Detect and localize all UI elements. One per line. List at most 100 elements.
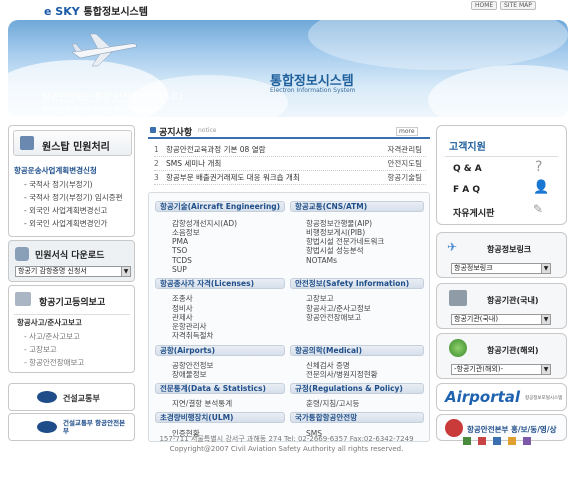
domestic-agency-select[interactable]: 항공기관(국내) ▼ — [451, 314, 551, 325]
menu-item[interactable]: 감항성개선지시(AD) — [172, 219, 237, 228]
report-item[interactable]: - 사고/준사고보고 — [24, 330, 80, 343]
ministry-link-label: 건설교통부 항공안전본부 — [63, 419, 126, 435]
menu-item[interactable]: 정비사 — [172, 304, 193, 313]
question-icon: ? — [535, 159, 543, 175]
info-link-select[interactable]: 항공정보링크 ▼ — [451, 263, 551, 274]
menu-item[interactable]: 항공정보간행물(AIP) — [306, 219, 372, 228]
download-title: 민원서식 다운로드 — [35, 251, 105, 261]
menu-item[interactable]: 운항관리사 — [172, 322, 207, 331]
notice-row[interactable]: 3 항공부문 배출권거래제도 대응 워크숍 개최 항공기술팀 — [154, 172, 426, 185]
menu-category[interactable]: 규정(Regulations & Policy) — [290, 383, 424, 394]
overseas-agency-select[interactable]: -항공기관(해외)- ▼ — [451, 364, 551, 375]
airplane-icon — [71, 33, 137, 67]
support-title: 고객지원 — [449, 142, 486, 153]
menu-category[interactable]: 항공교통(CNS/ATM) — [290, 201, 424, 212]
menu-item[interactable]: 자격취득절차 — [172, 331, 213, 340]
overseas-agency-title: 항공기관(해외) — [487, 346, 539, 355]
qna-link[interactable]: Q & A — [453, 164, 482, 174]
footer-icon[interactable] — [463, 437, 471, 445]
menu-item[interactable]: TSO — [172, 246, 187, 255]
menu-item[interactable]: 고장보고 — [306, 294, 334, 303]
menu-category[interactable]: 국가통합항공안전망 — [290, 412, 424, 423]
footer-icon[interactable] — [493, 437, 501, 445]
menu-category[interactable]: 항공기술(Aircraft Engineering) — [155, 201, 285, 212]
info-link-box: ✈ 항공정보링크 항공정보링크 ▼ — [436, 232, 567, 278]
menu-category[interactable]: 공항(Airports) — [155, 345, 285, 356]
footer-copyright: Copyright@2007 Civil Aviation Safety Aut… — [169, 445, 404, 453]
menu-item[interactable]: 소음정보 — [172, 228, 200, 237]
domestic-agency-title: 항공기관(국내) — [487, 296, 539, 305]
download-box: 민원서식 다운로드 항공기 감항증명 신청서 ▼ — [8, 240, 135, 282]
menu-item[interactable]: 전문의사/병원지정현황 — [306, 370, 378, 379]
footer-icon[interactable] — [508, 437, 516, 445]
menu-item[interactable]: 훈령/지침/고시등 — [306, 399, 359, 408]
report-item[interactable]: - 항공안전장애보고 — [24, 356, 84, 369]
menu-category[interactable]: 항공의학(Medical) — [290, 345, 424, 356]
main-banner: 항공안전보는 항상 안전을 생각합니다. Always Safe Sky! KC… — [8, 20, 568, 117]
domestic-agency-box: 항공기관(국내) 항공기관(국내) ▼ — [436, 283, 567, 329]
minwon-item[interactable]: - 외국인 사업계획변경신고 — [24, 204, 107, 217]
overseas-agency-box: 항공기관(해외) -항공기관(해외)- ▼ — [436, 333, 567, 379]
menu-category[interactable]: 전문통계(Data & Statistics) — [155, 383, 285, 394]
form-select[interactable]: 항공기 감항증명 신청서 ▼ — [15, 266, 131, 277]
chevron-down-icon: ▼ — [541, 315, 550, 324]
banner-slogan: 항공안전보는 항상 안전을 생각합니다. — [42, 93, 186, 103]
menu-item[interactable]: TCDS — [172, 256, 192, 265]
chevron-down-icon: ▼ — [121, 267, 130, 276]
banner-slogan-en: Always Safe Sky! KCASA — [42, 104, 144, 113]
minwon-item[interactable]: - 외국인 사업계획변경인가 — [24, 217, 107, 230]
minwon-item[interactable]: 항공운송사업계획변경신청 — [14, 164, 97, 177]
menu-item[interactable]: NOTAMs — [306, 256, 337, 265]
menu-item[interactable]: 장애물정보 — [172, 370, 207, 379]
notice-tag: notice — [198, 127, 217, 134]
minwon-title: 원스탑 민원처리 — [42, 142, 110, 153]
menu-item[interactable]: 항법시설 성능분석 — [306, 246, 364, 255]
sitemap-link[interactable]: SITE MAP — [500, 1, 536, 10]
minwon-item[interactable]: - 국적사 정기(부정기) 임시증편 — [24, 191, 123, 204]
menu-item[interactable]: 항공사고/준사고정보 — [306, 304, 371, 313]
menu-category[interactable]: 항공종사자 자격(Licenses) — [155, 278, 285, 289]
ministry-link-1[interactable]: 건설교통부 — [8, 383, 135, 411]
ministry-logo-icon — [37, 421, 57, 433]
menu-item[interactable]: 신체검사 증명 — [306, 361, 350, 370]
footer-address: 157-711 서울특별시 강서구 과해동 274 Tel: 02-2669-6… — [159, 435, 414, 443]
pen-icon: ✎ — [533, 202, 544, 216]
minwon-item[interactable]: - 국적사 정기(부정기) — [24, 178, 93, 191]
report-item[interactable]: - 고장보고 — [24, 343, 57, 356]
footer-icon[interactable] — [523, 437, 531, 445]
board-link[interactable]: 자유게시판 — [453, 206, 494, 219]
document-icon — [20, 136, 34, 150]
more-button[interactable]: more — [396, 127, 418, 136]
menu-item[interactable]: 관제사 — [172, 313, 193, 322]
airportal-logo: Airportal — [445, 388, 521, 406]
menu-category[interactable]: 안전정보(Safety Information) — [290, 278, 424, 289]
person-icon: 👤 — [533, 180, 550, 195]
menu-item[interactable]: 항공안전장애보고 — [306, 313, 361, 322]
banner-subtitle: Electron Information System — [270, 87, 356, 94]
home-link[interactable]: HOME — [471, 1, 498, 10]
menu-item[interactable]: 비행정보게시(PIB) — [306, 228, 365, 237]
menu-item[interactable]: 조종사 — [172, 294, 193, 303]
menu-item[interactable]: SUP — [172, 265, 187, 274]
minwon-header: 원스탑 민원처리 — [13, 130, 132, 156]
notice-row[interactable]: 1 항공안전교육과정 기본 08 열람 자격관리팀 — [154, 144, 426, 157]
globe-icon — [449, 339, 467, 357]
building-icon — [449, 290, 467, 306]
site-logo[interactable]: e SKY 통합정보시스템 — [44, 3, 148, 18]
menu-item[interactable]: 항법시설 전문가네트워크 — [306, 237, 384, 246]
report-item[interactable]: 항공사고/준사고보고 — [17, 316, 82, 329]
airportal-banner[interactable]: Airportal 항공정보포털시스템 — [436, 383, 567, 411]
chevron-down-icon: ▼ — [541, 365, 550, 374]
bullet-icon — [150, 127, 156, 133]
notice-row[interactable]: 2 SMS 세미나 개최 안전지도팀 — [154, 158, 426, 171]
menu-item[interactable]: 공항안전정보 — [172, 361, 213, 370]
footer-icon[interactable] — [478, 437, 486, 445]
menu-item[interactable]: PMA — [172, 237, 188, 246]
download-icon — [15, 247, 29, 261]
menu-category[interactable]: 초경량비행장치(ULM) — [155, 412, 285, 423]
ministry-link-label: 건설교통부 — [63, 394, 100, 403]
faq-link[interactable]: F A Q — [453, 185, 480, 195]
menu-item[interactable]: 지연/결항 분석통계 — [172, 399, 232, 408]
book-icon — [15, 292, 31, 306]
notice-header: 공지사항 notice more — [148, 125, 430, 139]
